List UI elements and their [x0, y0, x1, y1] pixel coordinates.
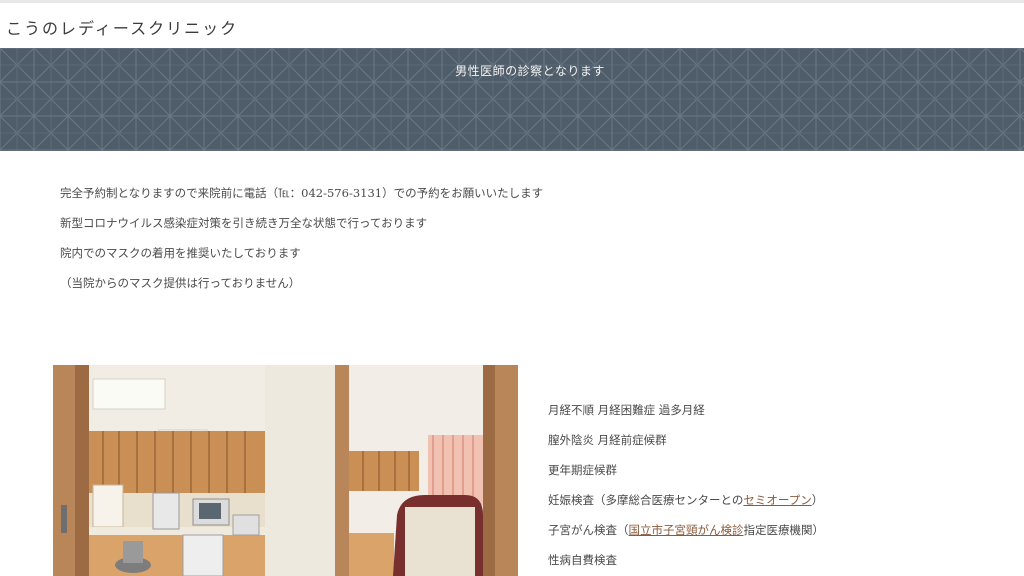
clinic-interior-photo	[53, 365, 518, 576]
pregnancy-test-suffix: ）	[811, 493, 824, 507]
notice-reservation: 完全予約制となりますので来院前に電話（℡：042-576-3131）での予約をお…	[60, 186, 544, 200]
site-header: こうのレディースクリニック	[0, 3, 1024, 48]
treatment-cancer-screening: 子宮がん検査（国立市子宮頸がん検診指定医療機関）	[548, 515, 1008, 545]
clinic-interior-illustration	[53, 365, 518, 576]
cancer-screening-suffix: 指定医療機関）	[743, 523, 825, 537]
notice-mask: 院内でのマスクの着用を推奨いたしております	[60, 246, 301, 260]
treatment-std-test: 性病自費検査	[548, 553, 617, 567]
notice-covid: 新型コロナウイルス感染症対策を引き続き万全な状態で行っております	[60, 216, 428, 230]
treatment-list: 月経不順 月経困難症 過多月経 膣外陰炎 月経前症候群 更年期症候群 妊娠検査（…	[548, 395, 1008, 575]
treatment-pregnancy-test: 妊娠検査（多摩総合医療センターとのセミオープン）	[548, 485, 1008, 515]
semi-open-link[interactable]: セミオープン	[743, 493, 811, 507]
doctor-notice-banner: 男性医師の診察となります	[0, 48, 1024, 151]
treatment-menopause: 更年期症候群	[548, 463, 617, 477]
notice-list: 完全予約制となりますので来院前に電話（℡：042-576-3131）での予約をお…	[60, 178, 960, 298]
cancer-screening-label: 子宮がん検査（	[548, 523, 629, 537]
pregnancy-test-label: 妊娠検査（多摩総合医療センターとの	[548, 493, 744, 507]
notice-mask-supply: （当院からのマスク提供は行っておりません）	[60, 276, 301, 290]
site-title[interactable]: こうのレディースクリニック	[6, 15, 238, 39]
treatment-vaginitis-pms: 膣外陰炎 月経前症候群	[548, 433, 667, 447]
treatment-menstrual: 月経不順 月経困難症 過多月経	[548, 403, 705, 417]
banner-text: 男性医師の診察となります	[455, 64, 605, 78]
cervical-cancer-screening-link[interactable]: 国立市子宮頸がん検診	[629, 523, 744, 537]
